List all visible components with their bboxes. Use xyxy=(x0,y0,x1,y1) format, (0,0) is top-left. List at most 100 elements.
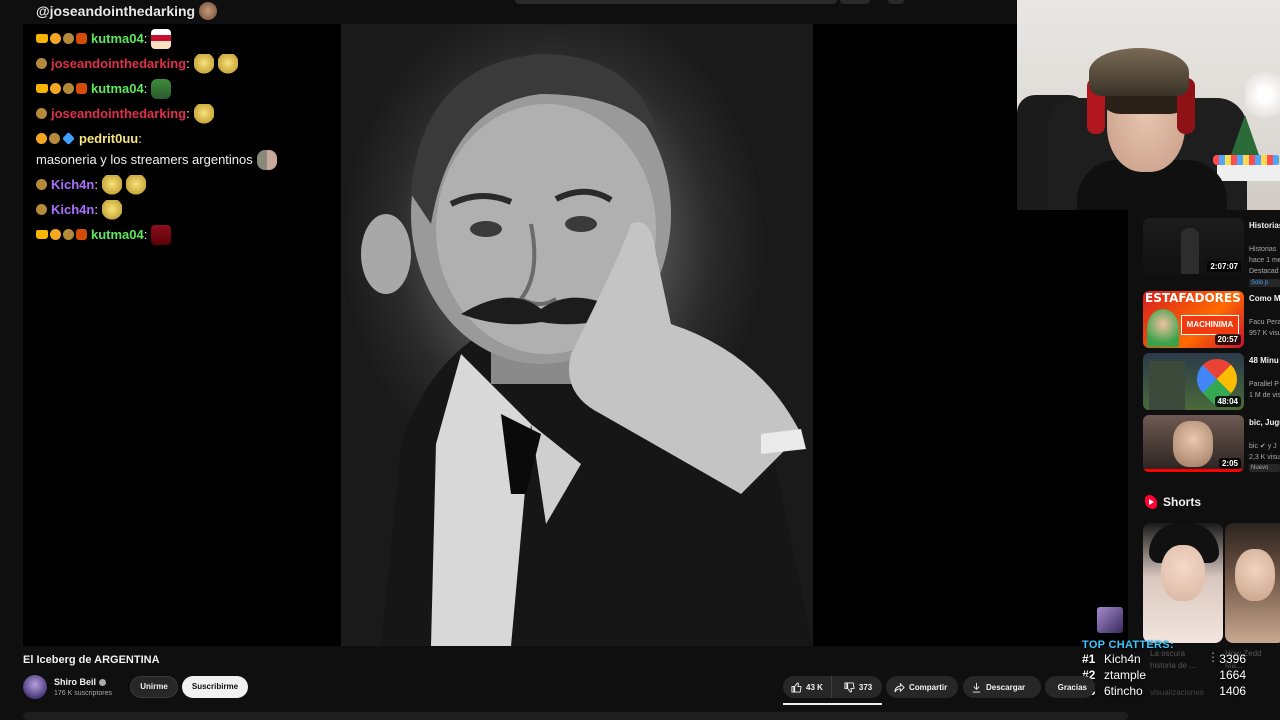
lamp-light xyxy=(1245,70,1280,120)
download-button[interactable]: Descargar xyxy=(963,676,1041,698)
channel-avatar[interactable] xyxy=(23,675,47,699)
watch-progress-bar xyxy=(1143,469,1244,472)
short-face xyxy=(1161,545,1205,601)
cap xyxy=(1089,48,1189,96)
thumbs-down-icon xyxy=(844,681,855,693)
dislike-count: 373 xyxy=(858,682,873,692)
chat-username: joseandointhedarking xyxy=(51,56,187,71)
video-duration: 2:05 xyxy=(1218,458,1241,469)
video-thumbnail[interactable]: ESTAFADORES MACHINIMA 20:57 xyxy=(1143,291,1244,348)
thumbs-up-icon xyxy=(791,681,802,693)
reply-username: @joseandointhedarking xyxy=(36,2,218,20)
chat-colon: : xyxy=(94,202,98,217)
emote-icon xyxy=(199,2,218,20)
rec-views: 957 K visu xyxy=(1249,330,1280,337)
chat-username: kutma04 xyxy=(91,81,144,96)
recommendation-item[interactable]: ESTAFADORES MACHINIMA 20:57 Como M TODOS… xyxy=(1143,291,1280,352)
coin-badge-icon xyxy=(36,179,47,190)
thumb-text: ESTAFADORES xyxy=(1145,291,1241,305)
thanks-label: Gracias xyxy=(1057,682,1087,692)
chat-message: kutma04: xyxy=(36,222,326,247)
portrait-illustration xyxy=(361,54,813,646)
chat-colon: : xyxy=(186,56,190,71)
coin-badge-icon xyxy=(36,108,47,119)
rec-title[interactable]: Como M TODOS y xyxy=(1249,293,1280,305)
verified-icon xyxy=(99,678,107,686)
shorts-heading-text: Shorts xyxy=(1163,495,1202,509)
recommendations-list: 2:07:07 Historias Exorcism Historias hac… xyxy=(1143,218,1280,477)
search-button-edge[interactable] xyxy=(840,0,870,4)
top-chatter-row: #1 Kich4n 3396 xyxy=(1082,651,1272,667)
share-button[interactable]: Compartir xyxy=(886,676,958,698)
video-duration: 2:07:07 xyxy=(1207,261,1241,272)
thumb-face xyxy=(1147,309,1179,347)
recommendation-item[interactable]: 48:04 48 Minu Stranges Parallel P 1 M de… xyxy=(1143,353,1280,414)
rec-title[interactable]: Historias Exorcism xyxy=(1249,220,1280,232)
chatter-count: 1406 xyxy=(1219,684,1246,698)
short-item[interactable] xyxy=(1225,523,1280,643)
search-bar-edge[interactable] xyxy=(515,0,837,4)
chat-message: pedrit0uu: masoneria y los streamers arg… xyxy=(36,128,326,170)
bell-emote-icon xyxy=(193,53,214,74)
thanks-button[interactable]: Gracias xyxy=(1045,676,1095,698)
chat-message-text: masoneria y los streamers argentinos xyxy=(36,152,253,167)
rec-title[interactable]: 48 Minu Stranges xyxy=(1249,355,1280,367)
chat-message: kutma04: xyxy=(36,76,326,101)
video-thumbnail[interactable]: 2:05 xyxy=(1143,415,1244,472)
like-button[interactable]: 43 K xyxy=(783,676,832,698)
video-thumbnail[interactable]: 2:07:07 xyxy=(1143,218,1244,275)
rec-title[interactable]: bic, Jugu Oficial) xyxy=(1249,417,1280,429)
join-button[interactable]: Unirme xyxy=(130,676,178,698)
reply-username-text: @joseandointhedarking xyxy=(36,3,196,19)
chat-colon: : xyxy=(143,31,148,46)
shelf xyxy=(1217,165,1280,181)
share-icon xyxy=(894,682,905,692)
chat-colon: : xyxy=(186,106,190,121)
mic-button-edge[interactable] xyxy=(888,0,904,4)
chat-username: Kich4n xyxy=(51,202,95,217)
christmas-tree xyxy=(1231,115,1259,155)
coin-badge-icon xyxy=(36,204,47,215)
chat-message: kutma04: xyxy=(36,26,326,51)
coin-badge-icon xyxy=(63,229,74,240)
subscriber-count: 176 K suscriptores xyxy=(54,690,112,697)
chatter-count: 1664 xyxy=(1219,668,1246,682)
chat-username: kutma04 xyxy=(91,227,144,242)
chat-message: joseandointhedarking: xyxy=(36,101,326,126)
short-item[interactable] xyxy=(1143,523,1223,643)
shorts-icon xyxy=(1145,495,1157,509)
video-duration: 48:04 xyxy=(1214,396,1241,407)
fire-badge-icon xyxy=(76,229,87,240)
subscribe-button[interactable]: Suscribirme xyxy=(182,676,248,698)
red-emote-icon xyxy=(151,224,172,245)
shorts-heading: Shorts xyxy=(1145,495,1201,509)
share-label: Compartir xyxy=(909,682,948,692)
chat-colon: : xyxy=(143,227,148,242)
crown-badge-icon xyxy=(36,84,48,93)
chat-message: joseandointhedarking: xyxy=(36,51,326,76)
channel-name-text[interactable]: Shiro Beil xyxy=(54,677,96,687)
dislike-button[interactable]: 373 xyxy=(836,676,880,698)
bell-emote-icon xyxy=(193,103,214,124)
sub-badge-icon xyxy=(50,33,61,44)
chat-colon: : xyxy=(138,131,146,146)
chatter-count: 3396 xyxy=(1219,652,1246,666)
chat-username: joseandointhedarking xyxy=(51,106,187,121)
thumb-face xyxy=(1173,421,1213,467)
chat-overlay: kutma04: joseandointhedarking: kutma04: … xyxy=(36,26,326,247)
person-figure xyxy=(1181,228,1199,274)
video-duration: 20:57 xyxy=(1214,334,1241,345)
string-lights xyxy=(1213,155,1280,165)
channel-name[interactable]: Shiro Beil xyxy=(54,677,107,687)
pepe-emote-icon xyxy=(151,78,172,99)
crown-badge-icon xyxy=(36,34,48,43)
chat-message: Kich4n: xyxy=(36,197,326,222)
chat-username: pedrit0uu xyxy=(79,131,139,146)
recommendation-item[interactable]: 2:05 bic, Jugu Oficial) bic ✔ y J 2,3 K … xyxy=(1143,415,1280,476)
recommendation-item[interactable]: 2:07:07 Historias Exorcism Historias hac… xyxy=(1143,218,1280,279)
sub-badge-icon xyxy=(50,83,61,94)
description-box-edge[interactable] xyxy=(23,712,1128,720)
video-thumbnail[interactable]: 48:04 xyxy=(1143,353,1244,410)
short-face xyxy=(1235,549,1275,601)
chat-message: Kich4n: xyxy=(36,172,326,197)
